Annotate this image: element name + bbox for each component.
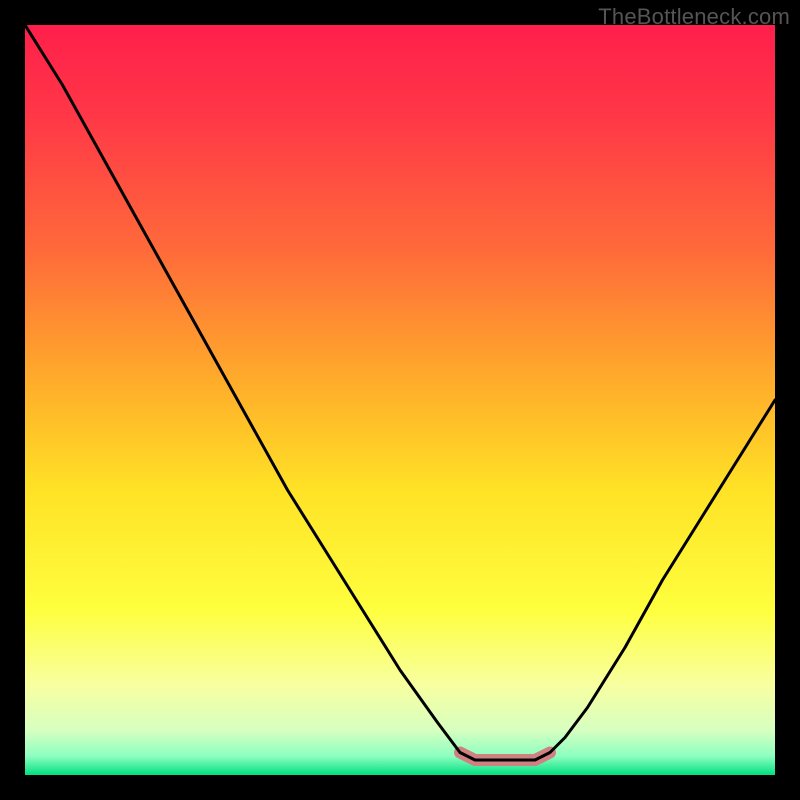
watermark-text: TheBottleneck.com (598, 4, 790, 30)
chart-background-gradient (25, 25, 775, 775)
chart-svg (25, 25, 775, 775)
chart-stage: TheBottleneck.com (0, 0, 800, 800)
chart-plot-area (25, 25, 775, 775)
